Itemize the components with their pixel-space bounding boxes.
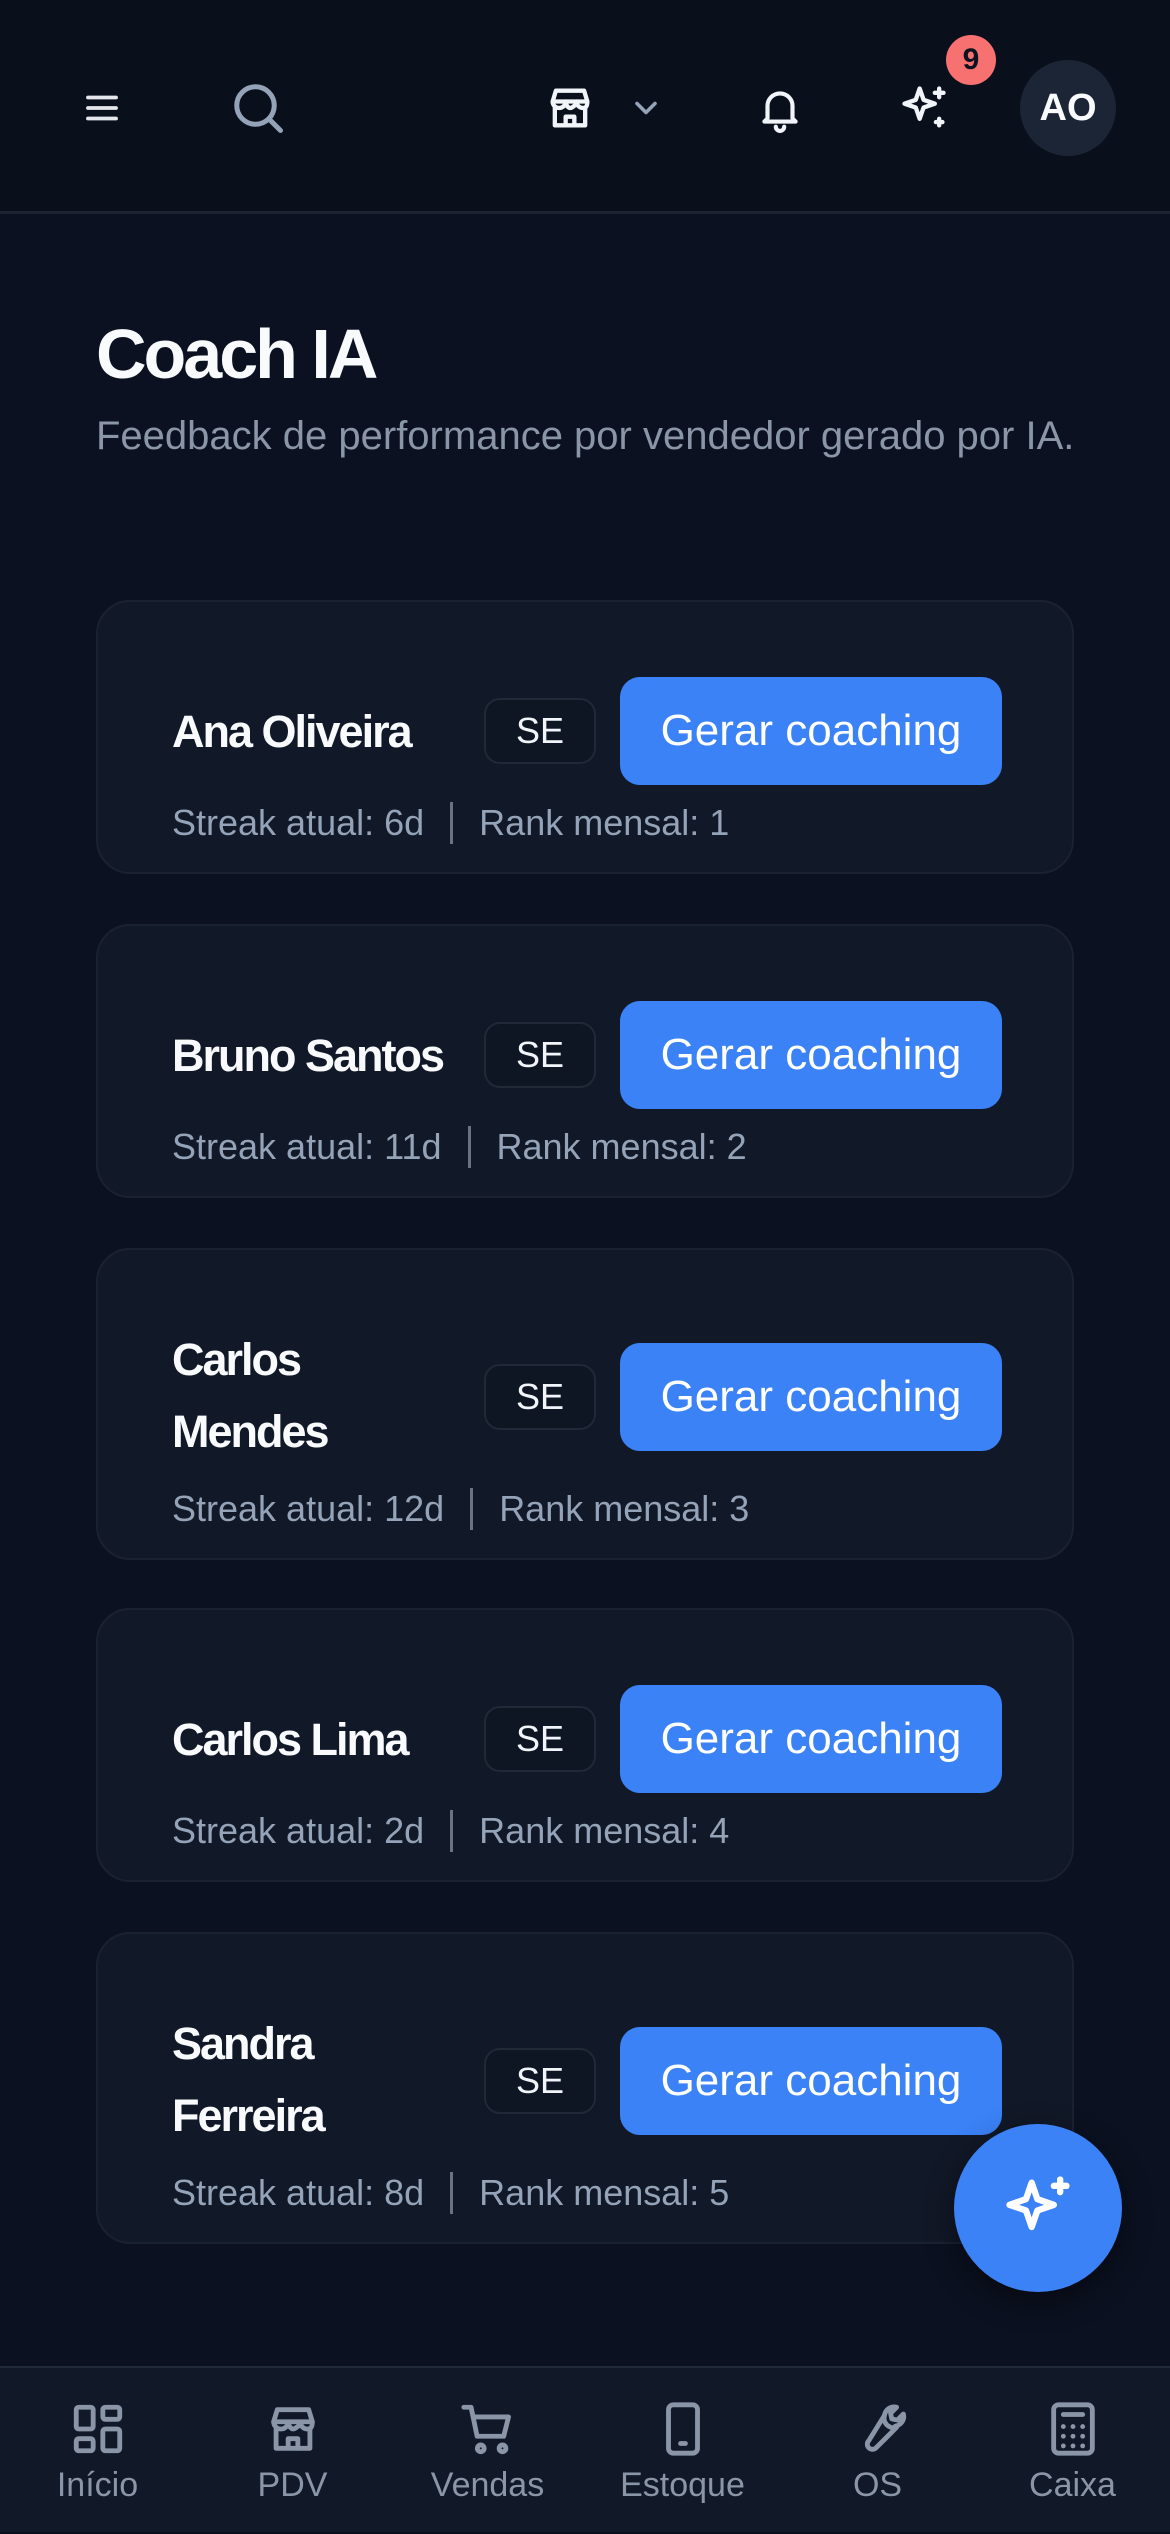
ai-badge-count: 9	[946, 35, 996, 85]
nav-item-os[interactable]: OS	[780, 2368, 975, 2534]
nav-label: Estoque	[620, 2466, 745, 2504]
streak-text: Streak atual: 12d	[172, 1488, 445, 1529]
search-icon	[234, 84, 283, 133]
streak-text: Streak atual: 2d	[172, 1810, 425, 1851]
nav-label: Vendas	[430, 2466, 545, 2504]
menu-icon	[86, 95, 118, 121]
seller-stats: Streak atual: 8d Rank mensal: 5	[172, 2172, 729, 2214]
seller-card: Bruno Santos SE Gerar coaching Streak at…	[96, 924, 1074, 1198]
seller-name: Carlos Lima	[172, 1714, 410, 1765]
nav-item-caixa[interactable]: Caixa	[975, 2368, 1170, 2534]
streak-text: Streak atual: 6d	[172, 802, 425, 843]
nav-label: Caixa	[1029, 2466, 1116, 2504]
stats-divider	[470, 1488, 474, 1530]
ai-assistant-button[interactable]	[892, 76, 956, 140]
stats-divider	[450, 802, 454, 844]
role-badge: SE	[484, 1022, 596, 1088]
seller-card: Ana Oliveira SE Gerar coaching Streak at…	[96, 600, 1074, 874]
seller-name: Sandra Ferreira	[172, 2018, 326, 2141]
seller-stats: Streak atual: 2d Rank mensal: 4	[172, 1810, 729, 1852]
generate-coaching-button[interactable]: Gerar coaching	[620, 1343, 1002, 1451]
seller-card: Carlos Mendes SE Gerar coaching Streak a…	[96, 1248, 1074, 1560]
nav-label: OS	[852, 2466, 903, 2504]
nav-item-inicio[interactable]: Início	[0, 2368, 195, 2534]
seller-name: Bruno Santos	[172, 1030, 445, 1081]
dashboard-icon	[73, 2404, 122, 2454]
nav-item-pdv[interactable]: PDV	[195, 2368, 390, 2534]
phone-icon	[665, 2402, 700, 2456]
generate-coaching-button[interactable]: Gerar coaching	[620, 1685, 1002, 1793]
wrench-icon	[864, 2404, 906, 2452]
rank-text: Rank mensal: 5	[479, 2172, 730, 2213]
notifications-button[interactable]	[748, 76, 812, 140]
page-subtitle: Feedback de performance por vendedor ger…	[96, 414, 1075, 458]
seller-stats: Streak atual: 12d Rank mensal: 3	[172, 1488, 749, 1530]
role-badge: SE	[484, 1364, 596, 1430]
generate-coaching-button[interactable]: Gerar coaching	[620, 677, 1002, 785]
nav-item-vendas[interactable]: Vendas	[390, 2368, 585, 2534]
stats-divider	[450, 2172, 454, 2214]
streak-text: Streak atual: 11d	[172, 1126, 442, 1167]
sparkles-icon	[1006, 2176, 1070, 2231]
nav-label: Início	[56, 2466, 139, 2504]
generate-coaching-button[interactable]: Gerar coaching	[620, 2027, 1002, 2135]
store-selector[interactable]	[544, 72, 664, 144]
seller-stats: Streak atual: 6d Rank mensal: 1	[172, 802, 729, 844]
nav-label: PDV	[257, 2466, 328, 2504]
role-badge: SE	[484, 1706, 596, 1772]
store-icon	[270, 2407, 315, 2451]
seller-stats: Streak atual: 11d Rank mensal: 2	[172, 1126, 747, 1168]
seller-name: Carlos Mendes	[172, 1334, 330, 1457]
store-icon	[550, 88, 590, 128]
role-badge: SE	[484, 698, 596, 764]
streak-text: Streak atual: 8d	[172, 2172, 425, 2213]
menu-button[interactable]	[70, 76, 134, 140]
seller-card: Sandra Ferreira SE Gerar coaching Streak…	[96, 1932, 1074, 2244]
seller-card: Carlos Lima SE Gerar coaching Streak atu…	[96, 1608, 1074, 1882]
main-content: Coach IA Feedback de performance por ven…	[0, 214, 1170, 2366]
top-bar: 9 AO	[0, 0, 1170, 214]
generate-coaching-button[interactable]: Gerar coaching	[620, 1001, 1002, 1109]
search-button[interactable]	[226, 76, 290, 140]
stats-divider	[450, 1810, 454, 1852]
nav-item-estoque[interactable]: Estoque	[585, 2368, 780, 2534]
calculator-icon	[1050, 2402, 1095, 2456]
seller-name: Ana Oliveira	[172, 706, 413, 757]
sparkles-icon	[902, 86, 946, 128]
cart-icon	[460, 2404, 511, 2455]
ai-fab-button[interactable]	[954, 2124, 1122, 2292]
role-badge: SE	[484, 2048, 596, 2114]
chevron-down-icon	[635, 101, 657, 115]
bottom-nav: Início PDV Vendas Estoque OS Caixa	[0, 2366, 1170, 2532]
avatar[interactable]: AO	[1020, 60, 1116, 156]
rank-text: Rank mensal: 4	[479, 1810, 730, 1851]
page-title: Coach IA	[96, 315, 378, 393]
bell-icon	[762, 91, 798, 133]
rank-text: Rank mensal: 3	[499, 1488, 750, 1529]
rank-text: Rank mensal: 2	[496, 1126, 747, 1167]
rank-text: Rank mensal: 1	[479, 802, 730, 843]
stats-divider	[467, 1126, 471, 1168]
